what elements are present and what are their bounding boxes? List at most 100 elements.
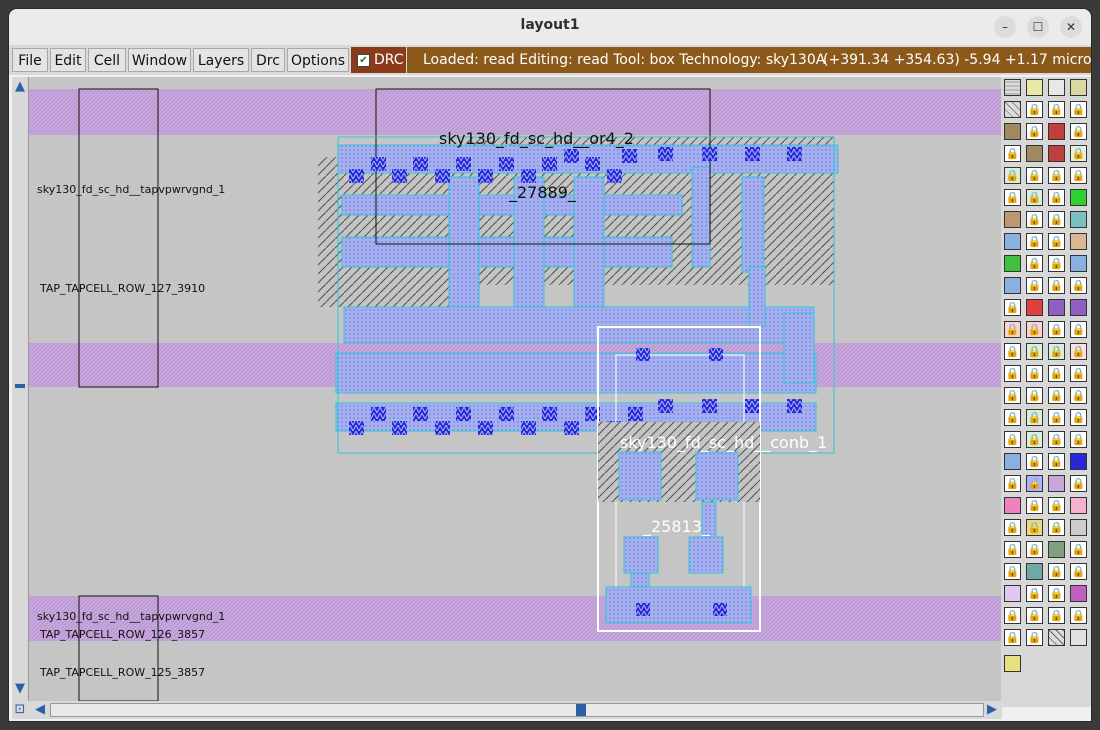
layer-swatch[interactable] [1004, 123, 1021, 140]
layer-swatch[interactable] [1004, 233, 1021, 250]
lock-icon[interactable]: 🔒 [1048, 497, 1065, 514]
layer-swatch[interactable] [1048, 629, 1065, 646]
lock-icon[interactable]: 🔒 [1048, 409, 1065, 426]
lock-icon[interactable]: 🔒 [1026, 387, 1043, 404]
layer-swatch[interactable] [1004, 255, 1021, 272]
lock-icon[interactable]: 🔒 [1070, 101, 1087, 118]
layer-swatch[interactable] [1070, 629, 1087, 646]
lock-icon[interactable]: 🔒 [1048, 277, 1065, 294]
layer-swatch[interactable] [1048, 145, 1065, 162]
lock-icon[interactable]: 🔒 [1048, 387, 1065, 404]
lock-icon[interactable]: 🔒 [1026, 409, 1043, 426]
scroll-down-icon[interactable]: ▼ [12, 681, 28, 697]
menu-window[interactable]: Window [128, 48, 191, 72]
menu-drc[interactable]: Drc [251, 48, 285, 72]
close-button[interactable]: ✕ [1060, 16, 1082, 38]
vertical-scroll-thumb[interactable] [15, 384, 25, 388]
lock-icon[interactable]: 🔒 [1004, 387, 1021, 404]
lock-icon[interactable]: 🔒 [1004, 629, 1021, 646]
lock-icon[interactable]: 🔒 [1070, 409, 1087, 426]
lock-icon[interactable]: 🔒 [1026, 277, 1043, 294]
layer-swatch[interactable] [1026, 563, 1043, 580]
drc-toggle[interactable]: ✔ DRC [351, 47, 406, 73]
lock-icon[interactable]: 🔒 [1004, 475, 1021, 492]
layer-swatch[interactable] [1070, 79, 1087, 96]
layer-swatch[interactable] [1048, 79, 1065, 96]
lock-icon[interactable]: 🔒 [1048, 233, 1065, 250]
lock-icon[interactable]: 🔒 [1048, 211, 1065, 228]
layer-swatch[interactable] [1070, 585, 1087, 602]
lock-icon[interactable]: 🔒 [1070, 541, 1087, 558]
lock-icon[interactable]: 🔒 [1070, 365, 1087, 382]
layer-swatch[interactable] [1048, 299, 1065, 316]
layer-swatch[interactable] [1004, 585, 1021, 602]
layer-swatch[interactable] [1004, 277, 1021, 294]
lock-icon[interactable]: 🔒 [1070, 607, 1087, 624]
layer-swatch[interactable] [1026, 299, 1043, 316]
lock-icon[interactable]: 🔒 [1026, 233, 1043, 250]
lock-icon[interactable]: 🔒 [1026, 167, 1043, 184]
lock-icon[interactable]: 🔒 [1026, 475, 1043, 492]
layout-canvas[interactable]: sky130_fd_sc_hd__tapvpwrvgnd_1 TAP_TAPCE… [29, 77, 1001, 701]
lock-icon[interactable]: 🔒 [1026, 365, 1043, 382]
layer-swatch[interactable] [1070, 453, 1087, 470]
layer-swatch[interactable] [1048, 475, 1065, 492]
lock-icon[interactable]: 🔒 [1026, 607, 1043, 624]
lock-icon[interactable]: 🔒 [1048, 431, 1065, 448]
lock-icon[interactable]: 🔒 [1048, 255, 1065, 272]
layer-swatch[interactable] [1070, 211, 1087, 228]
horizontal-scrollbar[interactable]: ⊡ ◀ ▶ [12, 701, 1002, 719]
layer-swatch[interactable] [1070, 497, 1087, 514]
lock-icon[interactable]: 🔒 [1004, 409, 1021, 426]
maximize-button[interactable]: ☐ [1027, 16, 1049, 38]
lock-icon[interactable]: 🔒 [1004, 189, 1021, 206]
lock-icon[interactable]: 🔒 [1048, 453, 1065, 470]
lock-icon[interactable]: 🔒 [1026, 211, 1043, 228]
layer-swatch[interactable] [1048, 541, 1065, 558]
layer-swatch[interactable] [1070, 299, 1087, 316]
layer-swatch[interactable] [1004, 211, 1021, 228]
zoom-box-icon[interactable]: ⊡ [12, 702, 28, 718]
vertical-scrollbar[interactable]: ▲ ▼ [12, 77, 29, 705]
menu-edit[interactable]: Edit [50, 48, 86, 72]
lock-icon[interactable]: 🔒 [1070, 387, 1087, 404]
layer-swatch[interactable] [1004, 101, 1021, 118]
lock-icon[interactable]: 🔒 [1026, 189, 1043, 206]
layer-swatch[interactable] [1026, 79, 1043, 96]
lock-icon[interactable]: 🔒 [1004, 519, 1021, 536]
lock-icon[interactable]: 🔒 [1070, 277, 1087, 294]
lock-icon[interactable]: 🔒 [1048, 321, 1065, 338]
menu-layers[interactable]: Layers [193, 48, 249, 72]
lock-icon[interactable]: 🔒 [1026, 585, 1043, 602]
lock-icon[interactable]: 🔒 [1026, 519, 1043, 536]
lock-icon[interactable]: 🔒 [1070, 343, 1087, 360]
lock-icon[interactable]: 🔒 [1026, 453, 1043, 470]
layer-swatch[interactable] [1048, 123, 1065, 140]
lock-icon[interactable]: 🔒 [1048, 365, 1065, 382]
lock-icon[interactable]: 🔒 [1026, 629, 1043, 646]
lock-icon[interactable]: 🔒 [1004, 299, 1021, 316]
lock-icon[interactable]: 🔒 [1026, 123, 1043, 140]
layer-swatch[interactable] [1070, 233, 1087, 250]
lock-icon[interactable]: 🔒 [1048, 563, 1065, 580]
menu-cell[interactable]: Cell [88, 48, 126, 72]
lock-icon[interactable]: 🔒 [1004, 607, 1021, 624]
lock-icon[interactable]: 🔒 [1048, 167, 1065, 184]
lock-icon[interactable]: 🔒 [1004, 343, 1021, 360]
lock-icon[interactable]: 🔒 [1048, 585, 1065, 602]
layer-swatch[interactable] [1070, 519, 1087, 536]
lock-icon[interactable]: 🔒 [1004, 563, 1021, 580]
layer-swatch[interactable] [1070, 189, 1087, 206]
lock-icon[interactable]: 🔒 [1070, 123, 1087, 140]
lock-icon[interactable]: 🔒 [1070, 321, 1087, 338]
lock-icon[interactable]: 🔒 [1004, 321, 1021, 338]
minimize-button[interactable]: – [994, 16, 1016, 38]
lock-icon[interactable]: 🔒 [1026, 321, 1043, 338]
lock-icon[interactable]: 🔒 [1048, 519, 1065, 536]
menu-options[interactable]: Options [287, 48, 349, 72]
lock-icon[interactable]: 🔒 [1070, 431, 1087, 448]
layer-swatch[interactable] [1004, 497, 1021, 514]
menu-file[interactable]: File [12, 48, 48, 72]
drc-checkbox-icon[interactable]: ✔ [357, 53, 370, 67]
scroll-left-icon[interactable]: ◀ [32, 702, 48, 718]
